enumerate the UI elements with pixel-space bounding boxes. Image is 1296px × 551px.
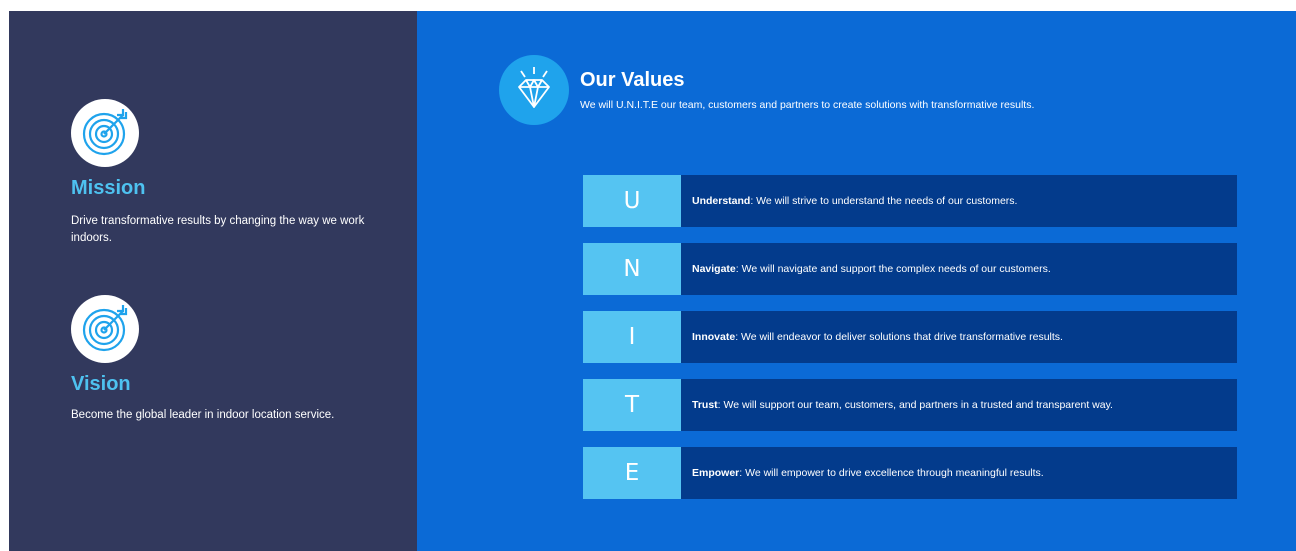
value-text: : We will endeavor to deliver solutions … <box>735 331 1063 343</box>
value-term: Understand <box>692 195 751 207</box>
vision-title: Vision <box>71 373 131 395</box>
values-panel: Our Values We will U.N.I.T.E our team, c… <box>417 11 1296 551</box>
value-text: : We will navigate and support the compl… <box>735 263 1051 275</box>
mission-vision-panel: Mission Drive transformative results by … <box>9 11 417 551</box>
value-text: : We will strive to understand the needs… <box>750 195 1018 207</box>
value-text: : We will empower to drive excellence th… <box>739 467 1044 479</box>
values-title: Our Values <box>580 69 685 91</box>
page: Mission Drive transformative results by … <box>9 11 1296 551</box>
value-row-trust: T Trust: We will support our team, custo… <box>583 379 1237 431</box>
value-description: Empower: We will empower to drive excell… <box>681 447 1237 499</box>
mission-text: Drive transformative results by changing… <box>71 215 365 244</box>
diamond-icon <box>499 55 569 125</box>
values-header: Our Values We will U.N.I.T.E our team, c… <box>499 55 1279 125</box>
value-row-understand: U Understand: We will strive to understa… <box>583 175 1237 227</box>
mission-section: Mission Drive transformative results by … <box>71 99 401 247</box>
value-term: Trust <box>692 399 718 411</box>
value-row-innovate: I Innovate: We will endeavor to deliver … <box>583 311 1237 363</box>
value-letter: E <box>583 447 681 499</box>
mission-title: Mission <box>71 177 146 199</box>
value-letter: T <box>583 379 681 431</box>
value-description: Navigate: We will navigate and support t… <box>681 243 1237 295</box>
value-letter: U <box>583 175 681 227</box>
value-description: Understand: We will strive to understand… <box>681 175 1237 227</box>
values-subtitle: We will U.N.I.T.E our team, customers an… <box>580 99 1035 111</box>
value-description: Innovate: We will endeavor to deliver so… <box>681 311 1237 363</box>
value-term: Navigate <box>692 263 736 275</box>
value-letter: N <box>583 243 681 295</box>
value-row-navigate: N Navigate: We will navigate and support… <box>583 243 1237 295</box>
value-row-empower: E Empower: We will empower to drive exce… <box>583 447 1237 499</box>
value-text: : We will support our team, customers, a… <box>717 399 1113 411</box>
vision-section: Vision Become the global leader in indoo… <box>71 295 401 424</box>
value-letter: I <box>583 311 681 363</box>
value-description: Trust: We will support our team, custome… <box>681 379 1237 431</box>
value-term: Empower <box>692 467 740 479</box>
value-term: Innovate <box>692 331 736 343</box>
vision-text: Become the global leader in indoor locat… <box>71 409 335 421</box>
target-icon <box>71 99 139 167</box>
target-icon <box>71 295 139 363</box>
